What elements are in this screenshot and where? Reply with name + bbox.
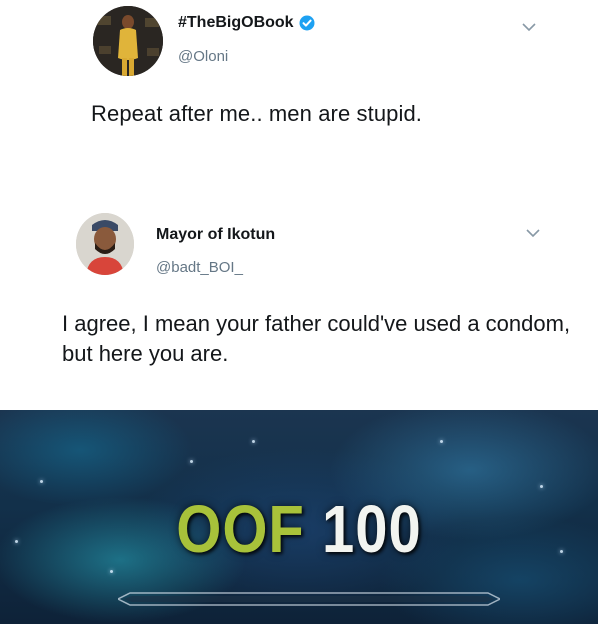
oof-level-text: OOF 100 — [0, 491, 598, 568]
tweet-text: Repeat after me.. men are stupid. — [91, 101, 423, 126]
star — [440, 440, 443, 443]
star — [110, 570, 113, 573]
display-name-text: #TheBigOBook — [178, 14, 294, 31]
chevron-down-icon[interactable] — [525, 228, 541, 238]
level-bar — [118, 592, 500, 606]
oof-word: OOF — [176, 492, 305, 567]
star — [190, 460, 193, 463]
tweet-reply: Mayor of Ikotun @badt_BOI_ I agree, I me… — [0, 178, 598, 410]
avatar-photo — [93, 6, 163, 76]
tweet-text: I agree, I mean your father could've use… — [62, 311, 571, 366]
display-name[interactable]: Mayor of Ikotun — [156, 226, 275, 244]
star — [40, 480, 43, 483]
oof-banner: OOF 100 — [0, 410, 598, 624]
avatar[interactable] — [93, 6, 163, 76]
chevron-down-icon[interactable] — [521, 22, 537, 32]
avatar[interactable] — [76, 213, 134, 275]
user-handle[interactable]: @badt_BOI_ — [156, 259, 243, 276]
avatar-photo — [76, 213, 134, 275]
star — [252, 440, 255, 443]
meme-page: #TheBigOBook @Oloni Repeat after me.. me… — [0, 0, 598, 624]
oof-number: 100 — [322, 492, 422, 567]
verified-badge-icon — [299, 15, 315, 31]
tweet-oloni: #TheBigOBook @Oloni Repeat after me.. me… — [0, 0, 598, 178]
star — [540, 485, 543, 488]
user-handle[interactable]: @Oloni — [178, 48, 228, 65]
display-name[interactable]: #TheBigOBook — [178, 14, 315, 32]
